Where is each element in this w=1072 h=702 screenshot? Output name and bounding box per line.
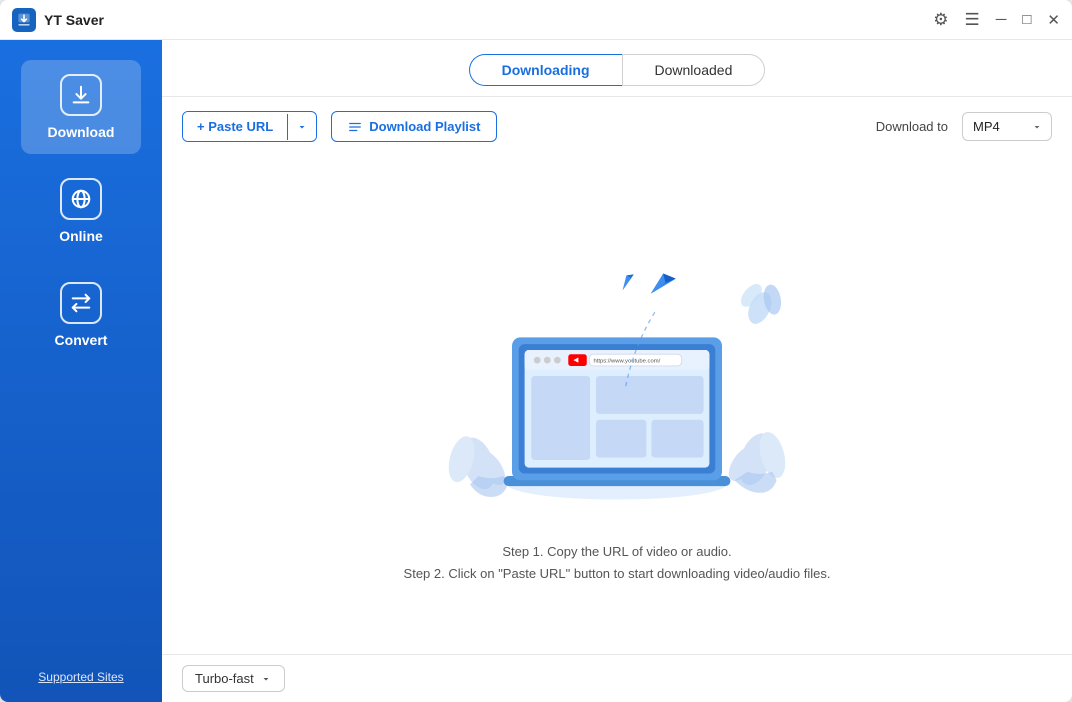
sidebar: Download Online bbox=[0, 40, 162, 702]
playlist-icon bbox=[348, 120, 362, 134]
menu-icon[interactable]: ☰ bbox=[964, 10, 979, 30]
turbo-dropdown-icon bbox=[260, 673, 272, 685]
title-bar-left: YT Saver bbox=[12, 8, 104, 32]
maximize-icon[interactable]: □ bbox=[1022, 11, 1031, 28]
step2-text: Step 2. Click on "Paste URL" button to s… bbox=[404, 563, 831, 585]
toolbar: + Paste URL Download Playlist Download t… bbox=[162, 97, 1072, 152]
steps-text: Step 1. Copy the URL of video or audio. … bbox=[404, 541, 831, 585]
convert-icon-container bbox=[60, 282, 102, 324]
title-bar: YT Saver ⚙ ☰ ─ □ ✕ bbox=[0, 0, 1072, 40]
download-playlist-button[interactable]: Download Playlist bbox=[331, 111, 497, 142]
bottom-bar: Turbo-fast bbox=[162, 654, 1072, 702]
content-area: Downloading Downloaded + Paste URL Downl… bbox=[162, 40, 1072, 702]
main-layout: Download Online bbox=[0, 40, 1072, 702]
format-select[interactable]: MP4 MP3 AVI MOV MKV bbox=[962, 112, 1052, 141]
step1-text: Step 1. Copy the URL of video or audio. bbox=[404, 541, 831, 563]
svg-text:https://www.youtube.com/: https://www.youtube.com/ bbox=[593, 359, 660, 365]
sidebar-convert-label: Convert bbox=[55, 332, 108, 348]
sidebar-download-label: Download bbox=[48, 124, 115, 140]
sidebar-item-download[interactable]: Download bbox=[21, 60, 141, 154]
paste-url-dropdown[interactable] bbox=[287, 114, 316, 140]
tab-bar: Downloading Downloaded bbox=[162, 40, 1072, 97]
app-title: YT Saver bbox=[44, 12, 104, 28]
title-bar-controls: ⚙ ☰ ─ □ ✕ bbox=[933, 10, 1060, 30]
supported-sites-link[interactable]: Supported Sites bbox=[38, 670, 123, 684]
app-window: YT Saver ⚙ ☰ ─ □ ✕ Download bbox=[0, 0, 1072, 702]
close-icon[interactable]: ✕ bbox=[1047, 11, 1060, 29]
sidebar-item-online[interactable]: Online bbox=[21, 164, 141, 258]
download-to-label: Download to bbox=[876, 119, 948, 134]
download-playlist-label: Download Playlist bbox=[369, 119, 480, 134]
download-icon-container bbox=[60, 74, 102, 116]
settings-icon[interactable]: ⚙ bbox=[933, 10, 948, 30]
turbo-fast-button[interactable]: Turbo-fast bbox=[182, 665, 285, 692]
sidebar-online-label: Online bbox=[59, 228, 103, 244]
turbo-label: Turbo-fast bbox=[195, 671, 254, 686]
illustration-area: https://www.youtube.com/ bbox=[162, 152, 1072, 654]
online-icon-container bbox=[60, 178, 102, 220]
main-illustration: https://www.youtube.com/ bbox=[407, 211, 827, 531]
sidebar-item-convert[interactable]: Convert bbox=[21, 268, 141, 362]
tab-downloaded[interactable]: Downloaded bbox=[622, 54, 766, 86]
app-logo bbox=[12, 8, 36, 32]
paste-url-group[interactable]: + Paste URL bbox=[182, 111, 317, 142]
tab-downloading[interactable]: Downloading bbox=[469, 54, 622, 86]
paste-url-button[interactable]: + Paste URL bbox=[183, 112, 287, 141]
minimize-icon[interactable]: ─ bbox=[996, 11, 1007, 28]
